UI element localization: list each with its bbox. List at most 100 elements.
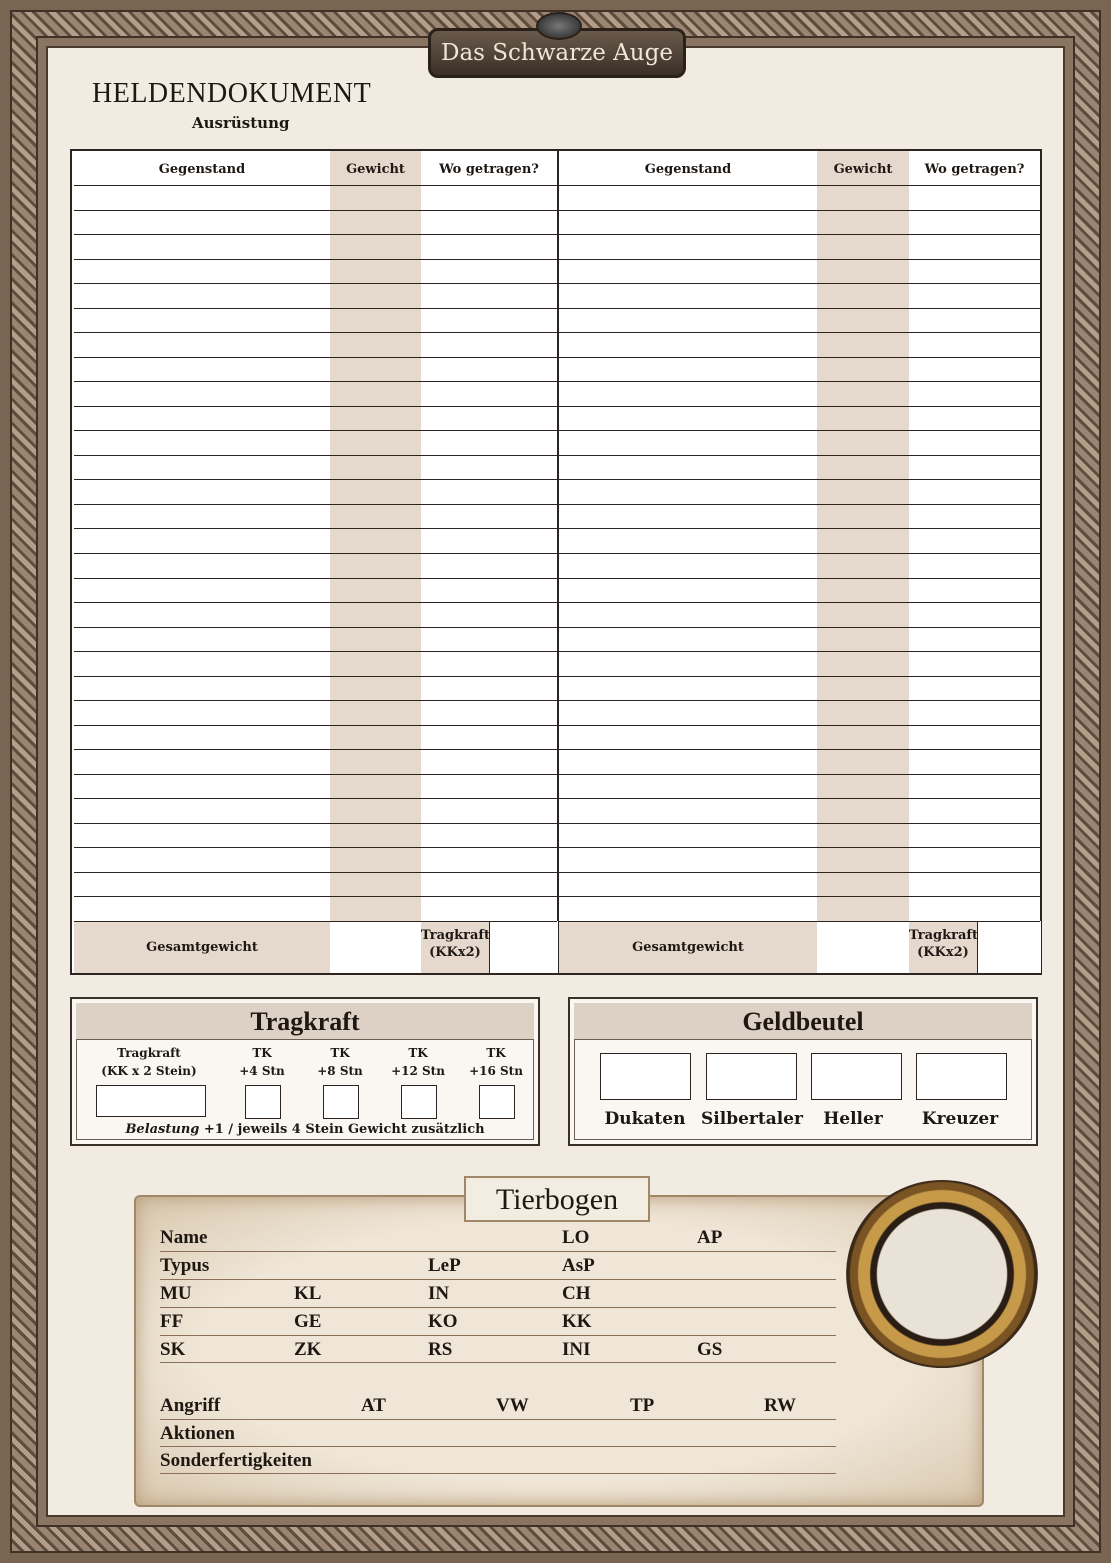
field-rs: RS <box>428 1339 453 1360</box>
field-ko: KO <box>428 1311 458 1332</box>
inventory-row-line <box>74 259 557 260</box>
inventory-row-line <box>74 602 557 603</box>
inventory-row-line <box>74 430 557 431</box>
inventory-row-line <box>559 259 1040 260</box>
inventory-row-line <box>559 234 1040 235</box>
field-name: Name <box>160 1227 208 1248</box>
row-line <box>160 1419 836 1420</box>
field-mu: MU <box>160 1283 192 1304</box>
weight-column-shade <box>330 151 421 921</box>
inventory-row-line <box>559 430 1040 431</box>
field-aktionen: Aktionen <box>160 1423 235 1444</box>
field-ff: FF <box>160 1311 184 1332</box>
eye-icon <box>536 12 582 40</box>
row-line <box>160 1446 836 1447</box>
inventory-row-line <box>74 627 557 628</box>
tragkraft-input[interactable] <box>96 1085 206 1117</box>
inventory-row-line <box>559 700 1040 701</box>
inventory-row-line <box>559 504 1040 505</box>
total-weight-field[interactable] <box>330 921 421 973</box>
kreuzer-input[interactable] <box>916 1053 1007 1100</box>
dukaten-input[interactable] <box>600 1053 691 1100</box>
inventory-row-line <box>559 455 1040 456</box>
inventory-row-line <box>559 406 1040 407</box>
silbertaler-input[interactable] <box>706 1053 797 1100</box>
inventory-row-line <box>74 921 557 922</box>
capacity-label-line2: (KKx2) <box>917 945 969 960</box>
label-line2: +16 Stn <box>469 1064 523 1078</box>
label-line2: +12 Stn <box>391 1064 445 1078</box>
inventory-row-line <box>559 774 1040 775</box>
capacity-field[interactable] <box>977 921 1041 973</box>
row-line <box>160 1335 836 1336</box>
inventory-row-line <box>74 381 557 382</box>
geldbeutel-title: Geldbeutel <box>574 1003 1032 1040</box>
field-kk: KK <box>562 1311 592 1332</box>
character-sheet-page: Das Schwarze Auge HELDENDOKUMENT Ausrüst… <box>0 0 1111 1563</box>
tk16-input[interactable] <box>479 1085 515 1119</box>
row-line <box>160 1362 836 1363</box>
tierbogen-title: Tierbogen <box>464 1176 650 1222</box>
row-line <box>160 1473 836 1474</box>
inventory-left: Gegenstand Gewicht Wo getragen? Gesamtge… <box>74 151 559 973</box>
dukaten-label: Dukaten <box>604 1109 686 1129</box>
field-tp: TP <box>630 1395 655 1416</box>
tk16-field-label: TK +16 Stn <box>466 1044 526 1080</box>
inventory-row-line <box>74 332 557 333</box>
tk4-input[interactable] <box>245 1085 281 1119</box>
inventory-row-line <box>559 210 1040 211</box>
inventory-row-line <box>74 455 557 456</box>
inventory-row-line <box>74 357 557 358</box>
tragkraft-field-label: Tragkraft (KK x 2 Stein) <box>94 1044 204 1080</box>
inventory-row-line <box>74 210 557 211</box>
field-ge: GE <box>294 1311 322 1332</box>
encumbrance-note-italic: Belastung <box>125 1122 200 1137</box>
portrait-ring[interactable] <box>846 1180 1038 1368</box>
heller-input[interactable] <box>811 1053 902 1100</box>
inventory-row-line <box>74 234 557 235</box>
inventory-row-line <box>559 602 1040 603</box>
field-ini: INI <box>562 1339 591 1360</box>
inventory-row-line <box>559 308 1040 309</box>
inventory-row-line <box>559 185 1040 186</box>
inventory-row-line <box>74 749 557 750</box>
capacity-label: Tragkraft (KKx2) <box>909 921 978 973</box>
inventory-row-line <box>559 749 1040 750</box>
inventory-row-line <box>559 381 1040 382</box>
inventory-row-line <box>559 651 1040 652</box>
capacity-label: Tragkraft (KKx2) <box>421 921 490 973</box>
inventory-row-line <box>74 283 557 284</box>
label-line2: (KK x 2 Stein) <box>101 1064 197 1078</box>
total-weight-label: Gesamtgewicht <box>559 921 817 973</box>
inventory-row-line <box>74 872 557 873</box>
inventory-row-line <box>74 700 557 701</box>
inventory-row-line <box>74 553 557 554</box>
inventory-row-line <box>74 725 557 726</box>
field-asp: AsP <box>562 1255 595 1276</box>
inventory-row-line <box>559 332 1040 333</box>
inventory-row-line <box>559 896 1040 897</box>
tragkraft-title: Tragkraft <box>76 1003 534 1040</box>
header-weight: Gewicht <box>833 162 893 177</box>
field-vw: VW <box>496 1395 529 1416</box>
field-lo: LO <box>562 1227 590 1248</box>
label-line2: +8 Stn <box>317 1064 363 1078</box>
tk12-input[interactable] <box>401 1085 437 1119</box>
capacity-label-line1: Tragkraft <box>909 928 978 943</box>
inventory-row-line <box>74 676 557 677</box>
weight-column-shade <box>817 151 909 921</box>
field-zk: ZK <box>294 1339 322 1360</box>
inventory-row-line <box>74 896 557 897</box>
inventory-row-line <box>559 553 1040 554</box>
tk8-input[interactable] <box>323 1085 359 1119</box>
inventory-row-line <box>559 283 1040 284</box>
inventory-row-line <box>74 651 557 652</box>
field-in: IN <box>428 1283 450 1304</box>
encumbrance-note-rest: +1 / jeweils 4 Stein Gewicht zusätzlich <box>199 1122 485 1137</box>
total-weight-field[interactable] <box>817 921 909 973</box>
label-line1: TK <box>330 1046 350 1060</box>
label-line1: TK <box>486 1046 506 1060</box>
capacity-field[interactable] <box>489 921 558 973</box>
inventory-row-line <box>559 676 1040 677</box>
tragkraft-box: Tragkraft Tragkraft (KK x 2 Stein) TK +4… <box>70 997 540 1146</box>
